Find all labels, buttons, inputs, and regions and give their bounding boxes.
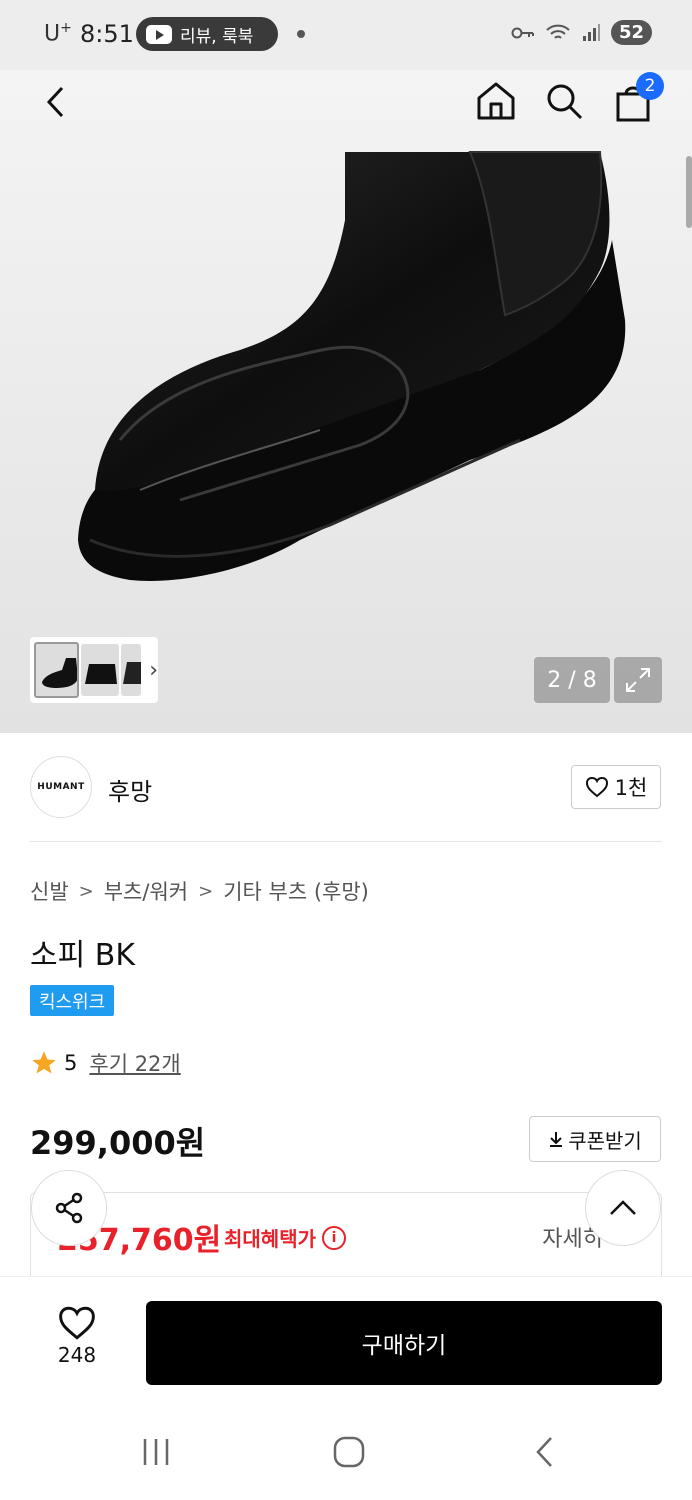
battery-indicator: 52 <box>610 20 652 45</box>
home-button[interactable] <box>473 78 519 124</box>
product-image-carousel[interactable]: › 2 / 8 <box>0 70 692 733</box>
share-button[interactable] <box>31 1170 107 1246</box>
home-system-button[interactable] <box>319 1430 379 1474</box>
coupon-label: 쿠폰받기 <box>568 1128 642 1153</box>
product-title: 소피 BK <box>30 938 135 973</box>
image-page-indicator: 2 / 8 <box>534 657 610 703</box>
key-icon <box>511 27 534 38</box>
heart-icon <box>59 1306 95 1340</box>
signal-icon <box>582 23 600 41</box>
wifi-icon <box>546 24 570 39</box>
recent-apps-button[interactable] <box>126 1430 186 1474</box>
notification-dot <box>297 30 305 38</box>
download-icon <box>550 1132 563 1147</box>
thumbnail-strip[interactable]: › <box>30 637 158 703</box>
rating-score: 5 <box>64 1051 78 1075</box>
review-count-link[interactable]: 후기 22개 <box>89 1048 180 1078</box>
back-button[interactable] <box>36 82 76 122</box>
breadcrumb-item[interactable]: 부츠/워커 <box>104 876 188 906</box>
search-icon <box>547 84 583 120</box>
purchase-bar: 248 구매하기 <box>0 1276 692 1400</box>
star-icon <box>32 1051 56 1074</box>
breadcrumb-item[interactable]: 기타 부츠 (후망) <box>223 876 369 906</box>
back-arrow-icon <box>536 1437 552 1467</box>
thumbnail-1[interactable] <box>34 642 80 698</box>
thumbnail-3[interactable] <box>120 644 142 696</box>
home-icon <box>477 82 515 120</box>
status-bar: U+ 8:51 리뷰, 룩북 52 <box>0 0 692 70</box>
breadcrumb-separator: > <box>78 880 94 902</box>
product-image <box>78 151 626 581</box>
brand-like-count: 1천 <box>614 776 648 800</box>
breadcrumb-item[interactable]: 신발 <box>30 876 69 906</box>
expand-image-button[interactable] <box>614 657 662 703</box>
expand-icon <box>626 668 650 692</box>
rating-summary[interactable]: 5 후기 22개 <box>30 1048 181 1078</box>
carrier-label: U+ <box>44 20 72 47</box>
wishlist-button[interactable]: 248 <box>44 1305 110 1367</box>
coupon-button[interactable]: 쿠폰받기 <box>529 1116 661 1162</box>
breadcrumb-separator: > <box>198 880 214 902</box>
page-scrollbar[interactable] <box>686 156 692 228</box>
cart-button[interactable]: 2 <box>610 72 664 124</box>
scroll-top-button[interactable] <box>585 1170 661 1246</box>
breadcrumb: 신발 > 부츠/워커 > 기타 부츠 (후망) <box>30 876 369 906</box>
system-navigation-bar <box>0 1400 692 1500</box>
recent-apps-icon <box>143 1439 169 1465</box>
buy-button[interactable]: 구매하기 <box>146 1301 662 1385</box>
media-notification-chip[interactable]: 리뷰, 룩북 <box>136 17 278 51</box>
chevron-up-icon <box>610 1200 636 1215</box>
chevron-left-icon <box>46 86 64 118</box>
heart-icon <box>585 776 608 798</box>
brand-name[interactable]: 후망 <box>108 772 152 807</box>
brand-logo[interactable]: HUMANT <box>30 756 92 818</box>
home-circle-icon <box>333 1436 365 1468</box>
product-price: 299,000원 <box>30 1124 206 1162</box>
share-icon <box>55 1192 83 1224</box>
promo-tag: 킥스위크 <box>30 985 115 1016</box>
divider <box>30 841 662 842</box>
max-benefit-label: 최대혜택가 i <box>224 1223 346 1252</box>
search-button[interactable] <box>541 78 587 124</box>
thumbnail-2[interactable] <box>81 644 119 696</box>
info-icon[interactable]: i <box>322 1225 346 1250</box>
youtube-icon <box>146 24 172 44</box>
clock: 8:51 <box>80 20 134 48</box>
media-notification-text: 리뷰, 룩북 <box>180 26 254 47</box>
chevron-right-icon[interactable]: › <box>149 658 158 683</box>
status-icons: 52 <box>511 20 652 45</box>
brand-like-button[interactable]: 1천 <box>571 765 661 809</box>
wishlist-count: 248 <box>57 1343 97 1367</box>
cart-count-badge: 2 <box>636 72 664 100</box>
back-system-button[interactable] <box>514 1430 574 1474</box>
